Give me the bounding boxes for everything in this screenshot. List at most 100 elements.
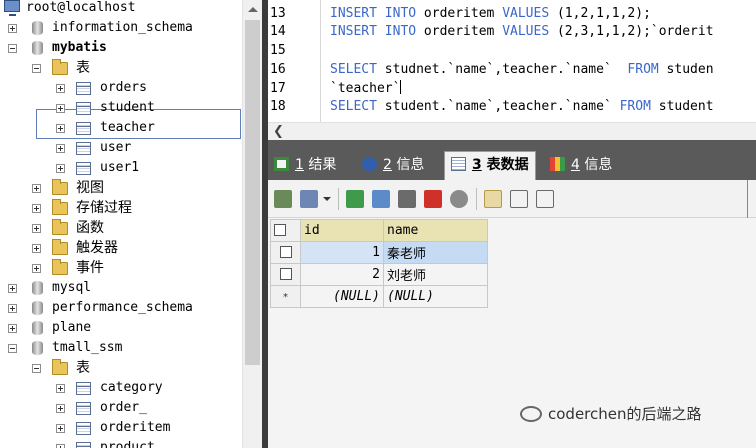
tab-label: 表数据 xyxy=(486,157,529,173)
tree-node-database[interactable]: performance_schema xyxy=(0,298,240,318)
editor-horizontal-scrollbar[interactable]: ❮ xyxy=(268,122,756,140)
tree-node-table[interactable]: orders xyxy=(0,78,240,98)
folder-icon xyxy=(52,259,68,275)
table-row[interactable]: 1 秦老师 xyxy=(270,241,488,264)
sql-keyword: VALUES xyxy=(502,6,550,21)
tree-node-database[interactable]: mysql xyxy=(0,278,240,298)
cell-id[interactable]: 1 xyxy=(300,241,384,264)
cell-name[interactable]: (NULL) xyxy=(383,285,488,308)
tree-node-events-folder[interactable]: 事件 xyxy=(0,258,240,278)
database-label: tmall_ssm xyxy=(52,340,123,355)
expand-plus-icon[interactable] xyxy=(32,204,41,213)
tree-node-database[interactable]: tmall_ssm xyxy=(0,338,240,358)
tree-node-triggers-folder[interactable]: 触发器 xyxy=(0,238,240,258)
code-line[interactable]: INSERT INTO orderitem VALUES (1,2,1,1,2)… xyxy=(330,5,651,23)
expand-plus-icon[interactable] xyxy=(56,144,65,153)
sql-keyword: SELECT xyxy=(330,99,377,114)
expand-plus-icon[interactable] xyxy=(56,404,65,413)
tree-node-tables-folder[interactable]: 表 xyxy=(0,58,240,78)
code-line[interactable]: SELECT student.`name`,teacher.`name` FRO… xyxy=(330,98,714,116)
expand-plus-icon[interactable] xyxy=(8,284,17,293)
tree-node-tables-folder[interactable]: 表 xyxy=(0,358,240,378)
folder-label: 存储过程 xyxy=(76,200,132,216)
expand-plus-icon[interactable] xyxy=(56,444,65,448)
save-icon[interactable] xyxy=(398,190,416,208)
expand-plus-icon[interactable] xyxy=(56,104,65,113)
collapse-minus-icon[interactable] xyxy=(32,364,41,373)
delete-icon[interactable] xyxy=(424,190,442,208)
tree-node-table[interactable]: user1 xyxy=(0,158,240,178)
expand-plus-icon[interactable] xyxy=(32,264,41,273)
text-view-icon[interactable] xyxy=(536,190,554,208)
tree-node-table[interactable]: category xyxy=(0,378,240,398)
export-icon[interactable] xyxy=(274,190,292,208)
cell-name[interactable]: 刘老师 xyxy=(383,263,488,286)
grid-view-icon[interactable] xyxy=(484,190,502,208)
scroll-left-arrow-icon[interactable]: ❮ xyxy=(273,125,284,138)
row-checkbox[interactable] xyxy=(270,241,301,264)
tree-node-procedures-folder[interactable]: 存储过程 xyxy=(0,198,240,218)
tree-node-database[interactable]: plane xyxy=(0,318,240,338)
checkbox-icon[interactable] xyxy=(274,224,286,236)
tree-node-database[interactable]: mybatis xyxy=(0,38,240,58)
checkbox-icon[interactable] xyxy=(279,268,292,280)
tab-info-2[interactable]: 4 信息 xyxy=(550,154,612,178)
tree-node-functions-folder[interactable]: 函数 xyxy=(0,218,240,238)
tree-node-table[interactable]: user xyxy=(0,138,240,158)
tree-node-database[interactable]: information_schema xyxy=(0,18,240,38)
expand-plus-icon[interactable] xyxy=(32,184,41,193)
column-header-name[interactable]: name xyxy=(383,219,488,242)
column-header-id[interactable]: id xyxy=(300,219,384,242)
tab-result[interactable]: 1 结果 xyxy=(274,154,336,178)
tree-node-table[interactable]: student xyxy=(0,98,240,118)
object-browser-tree[interactable]: root@localhost information_schema mybati… xyxy=(0,0,242,448)
cell-id[interactable]: (NULL) xyxy=(300,285,384,308)
select-all-checkbox[interactable] xyxy=(270,219,301,242)
row-checkbox[interactable] xyxy=(270,263,301,286)
table-row[interactable]: 2 刘老师 xyxy=(270,263,488,286)
cell-id[interactable]: 2 xyxy=(300,263,384,286)
expand-plus-icon[interactable] xyxy=(32,244,41,253)
tree-node-table-selected[interactable]: teacher xyxy=(0,118,240,138)
expand-plus-icon[interactable] xyxy=(56,384,65,393)
expand-plus-icon[interactable] xyxy=(56,84,65,93)
collapse-minus-icon[interactable] xyxy=(32,64,41,73)
code-line[interactable]: SELECT studnet.`name`,teacher.`name` FRO… xyxy=(330,61,714,79)
scrollbar-thumb[interactable] xyxy=(245,20,260,365)
code-line[interactable]: INSERT INTO orderitem VALUES (2,3,1,1,2)… xyxy=(330,23,714,41)
cell-name[interactable]: 秦老师 xyxy=(383,241,488,264)
insert-row-icon[interactable] xyxy=(346,190,364,208)
tree-node-views-folder[interactable]: 视图 xyxy=(0,178,240,198)
collapse-minus-icon[interactable] xyxy=(8,344,17,353)
expand-plus-icon[interactable] xyxy=(32,224,41,233)
sql-text: student.`name`,teacher.`name` xyxy=(376,99,620,114)
database-label: mysql xyxy=(52,280,92,295)
expand-plus-icon[interactable] xyxy=(8,24,17,33)
code-line[interactable]: `teacher` xyxy=(330,80,402,98)
refresh-icon[interactable] xyxy=(372,190,390,208)
expand-plus-icon[interactable] xyxy=(8,304,17,313)
scroll-up-arrow-icon[interactable] xyxy=(243,0,262,20)
dropdown-arrow-icon[interactable] xyxy=(322,190,332,208)
tab-table-data[interactable]: 3 表数据 xyxy=(444,151,536,180)
tree-node-table[interactable]: orderitem xyxy=(0,418,240,438)
sql-keyword: FROM xyxy=(619,99,651,114)
tab-info[interactable]: 2 信息 xyxy=(362,154,424,178)
tree-node-table[interactable]: product xyxy=(0,438,240,448)
expand-plus-icon[interactable] xyxy=(56,164,65,173)
cancel-changes-icon[interactable] xyxy=(450,190,468,208)
form-view-icon[interactable] xyxy=(510,190,528,208)
expand-plus-icon[interactable] xyxy=(56,424,65,433)
checkbox-icon[interactable] xyxy=(279,246,292,258)
database-icon xyxy=(32,41,43,55)
collapse-minus-icon[interactable] xyxy=(8,44,17,53)
sql-editor[interactable]: 13 14 15 16 17 18 INSERT INTO orderitem … xyxy=(268,0,756,122)
tree-vertical-scrollbar[interactable] xyxy=(242,0,262,448)
tree-node-table[interactable]: order_ xyxy=(0,398,240,418)
expand-plus-icon[interactable] xyxy=(8,324,17,333)
expand-plus-icon[interactable] xyxy=(56,124,65,133)
tree-node-host[interactable]: root@localhost xyxy=(0,0,240,18)
result-table[interactable]: id name 1 秦老师 2 刘老师 * (NULL) (NULL) xyxy=(270,219,488,308)
import-icon[interactable] xyxy=(300,190,318,208)
table-new-row[interactable]: * (NULL) (NULL) xyxy=(270,285,488,308)
